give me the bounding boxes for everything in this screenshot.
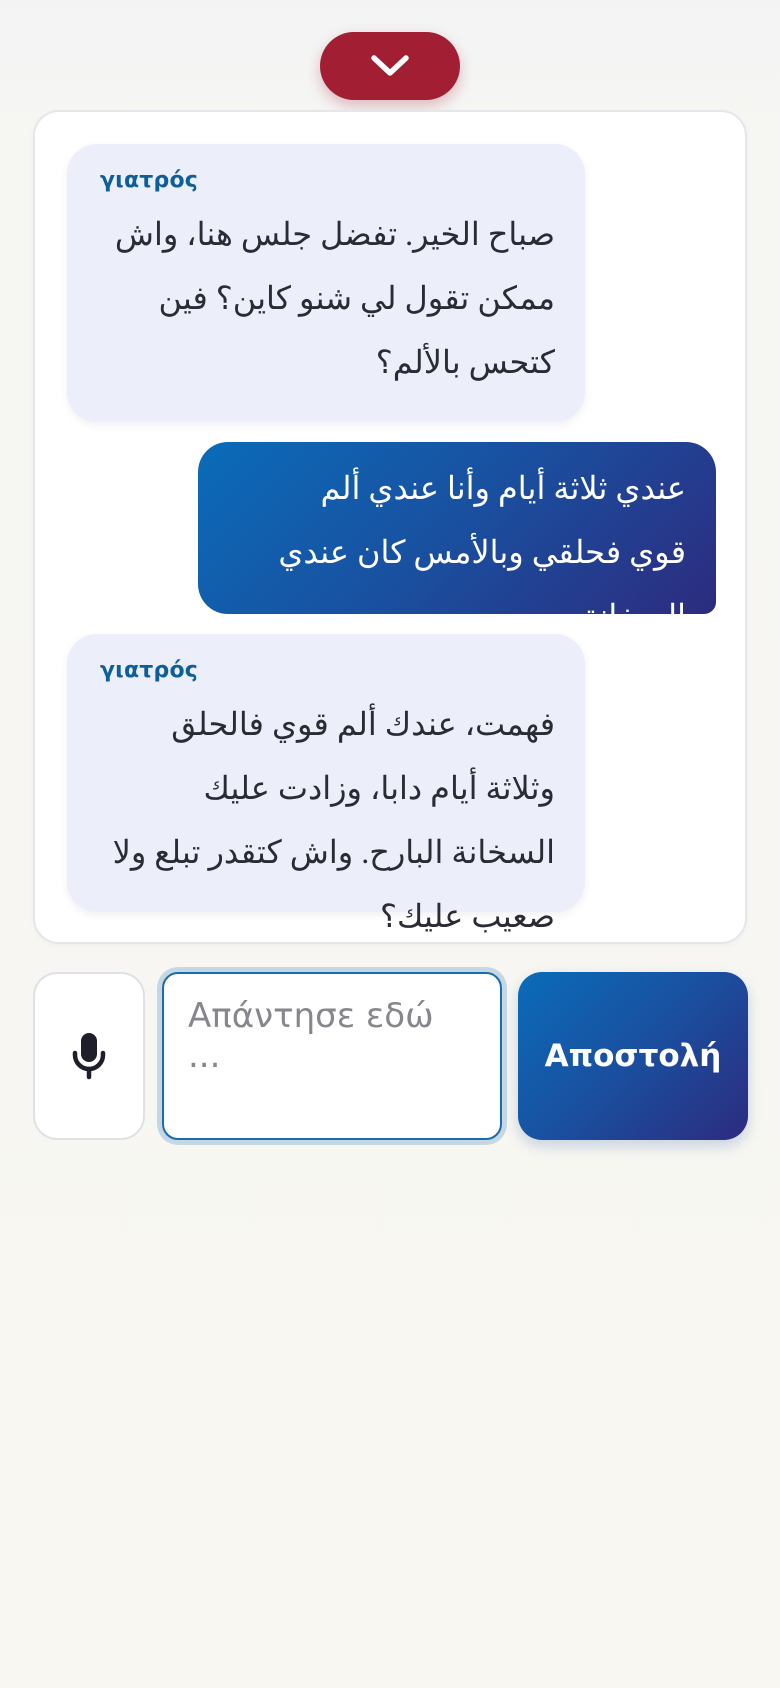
microphone-icon: [71, 1032, 107, 1080]
reply-input[interactable]: [162, 972, 502, 1140]
doctor-message: γιατρός صباح الخير. تفضل جلس هنا، واش مم…: [67, 144, 585, 422]
chevron-down-icon: [370, 54, 410, 78]
patient-message: عندي ثلاثة أيام وأنا عندي ألم قوي فحلقي …: [198, 442, 716, 634]
message-text: صباح الخير. تفضل جلس هنا، واش ممكن تقول …: [114, 216, 555, 380]
collapse-chat-button[interactable]: [320, 32, 460, 100]
message-text: فهمت، عندك ألم قوي فالحلق وثلاثة أيام دا…: [112, 706, 555, 934]
microphone-button[interactable]: [33, 972, 145, 1140]
send-button-label: Αποστολή: [544, 1038, 722, 1074]
sender-label: γιατρός: [100, 658, 199, 683]
send-button[interactable]: Αποστολή: [518, 972, 748, 1140]
sender-label: γιατρός: [100, 168, 199, 193]
chat-transcript[interactable]: γιατρός صباح الخير. تفضل جلس هنا، واش مم…: [33, 110, 747, 944]
doctor-message: γιατρός فهمت، عندك ألم قوي فالحلق وثلاثة…: [67, 634, 585, 934]
message-text: عندي ثلاثة أيام وأنا عندي ألم قوي فحلقي …: [278, 470, 686, 634]
